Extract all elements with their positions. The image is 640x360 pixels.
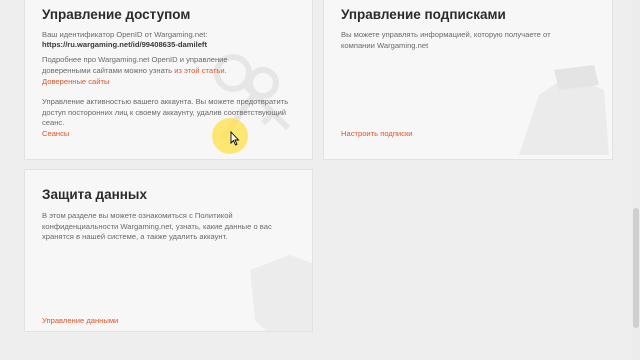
- article-link[interactable]: из этой статьи: [174, 66, 224, 75]
- subscriptions-card: Управление подписками Вы можете управлят…: [323, 0, 613, 160]
- mouse-cursor-icon: [230, 131, 240, 146]
- manage-data-link[interactable]: Управление данными: [42, 316, 118, 325]
- sessions-link[interactable]: Сеансы: [42, 129, 69, 138]
- openid-url: https://ru.wargaming.net/id/99408635-dam…: [42, 40, 207, 51]
- soldier-background-icon: [519, 65, 609, 155]
- access-management-card: Управление доступом Ваш идентификатор Op…: [24, 0, 313, 160]
- scrollbar-thumb[interactable]: [633, 208, 639, 328]
- activity-text: Управление активностью вашего аккаунта. …: [42, 97, 289, 127]
- openid-url-value: https://ru.wargaming.net/id/99408635-dam…: [42, 40, 207, 49]
- configure-subscriptions-link[interactable]: Настроить подписки: [341, 129, 413, 138]
- data-protection-text: В этом разделе вы можете ознакомиться с …: [42, 211, 272, 241]
- scrollbar[interactable]: [632, 0, 640, 360]
- trusted-sites-link[interactable]: Доверенные сайты: [42, 77, 109, 86]
- data-card-title: Защита данных: [42, 187, 147, 202]
- openid-more-text-end: .: [224, 65, 227, 75]
- access-card-title: Управление доступом: [42, 7, 191, 22]
- subscriptions-card-title: Управление подписками: [341, 7, 506, 22]
- openid-more-text: Подробнее про Wargaming.net OpenID и упр…: [42, 55, 257, 76]
- subscriptions-text: Вы можете управлять информацией, которую…: [341, 30, 551, 50]
- data-protection-card: Защита данных В этом разделе вы можете о…: [24, 169, 313, 332]
- shield-background-icon: [250, 255, 312, 331]
- openid-label: Ваш идентификатор OpenID от Wargaming.ne…: [42, 30, 208, 39]
